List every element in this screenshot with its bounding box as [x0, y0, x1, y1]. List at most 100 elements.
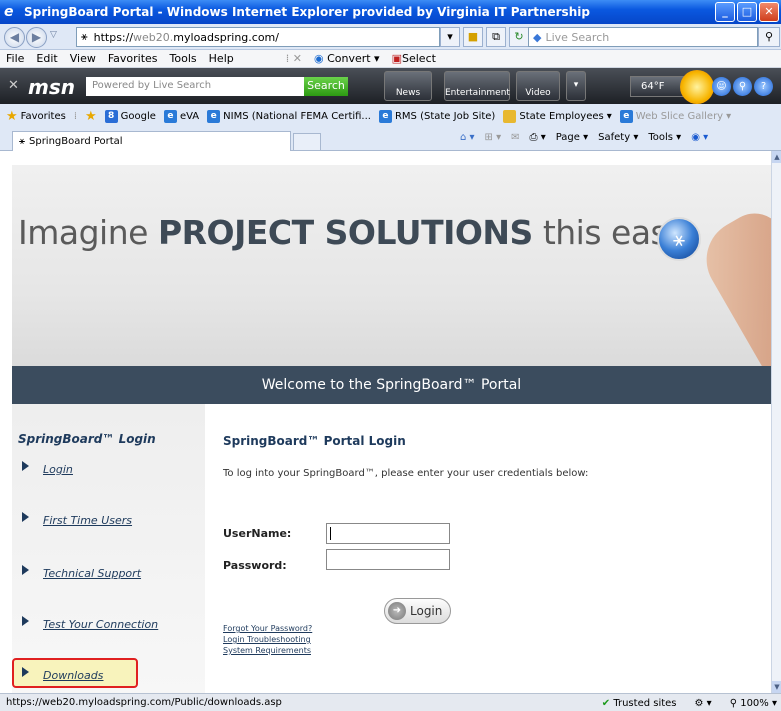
live-search-icon: ◆	[533, 30, 542, 44]
mail-icon[interactable]: ✉	[511, 132, 519, 143]
menu-view[interactable]: View	[70, 52, 96, 65]
nav-dropdown-icon[interactable]: ▽	[50, 30, 57, 40]
lock-icon[interactable]: ■	[463, 27, 483, 47]
msn-news-button[interactable]: News	[384, 71, 432, 101]
new-tab-button[interactable]	[293, 133, 321, 151]
left-nav: SpringBoard™ Login Login First Time User…	[12, 404, 205, 693]
menu-separator: ⁞ ✕	[285, 52, 302, 65]
forgot-password-link[interactable]: Forgot Your Password?	[223, 624, 312, 633]
add-favorites-icon[interactable]: ★	[85, 109, 97, 124]
protected-mode-icon[interactable]: ⚙ ▾	[695, 698, 712, 709]
ie-page-icon: e	[163, 110, 177, 123]
compat-view-icon[interactable]: ⧉	[486, 27, 506, 47]
msn-search-icon[interactable]: ⚲	[733, 77, 752, 96]
favorite-eva[interactable]: e eVA	[163, 110, 199, 123]
menu-edit[interactable]: Edit	[36, 52, 57, 65]
arrow-icon	[22, 461, 29, 471]
tab-springboard-portal[interactable]: ⚹ SpringBoard Portal	[12, 131, 291, 151]
login-troubleshooting-link[interactable]: Login Troubleshooting	[223, 635, 311, 644]
msn-help-icon[interactable]: ?	[754, 77, 773, 96]
tab-bar: ⚹ SpringBoard Portal ⌂ ▾ ⊞ ▾ ✉ ⎙ ▾ Page …	[0, 129, 781, 151]
msn-close-icon[interactable]: ✕	[8, 78, 19, 93]
page-menu[interactable]: Page ▾	[556, 132, 588, 143]
security-zone[interactable]: ✔ Trusted sites	[602, 698, 677, 709]
select-icon: ▣	[391, 52, 402, 65]
page-content: Imagine PROJECT SOLUTIONS this easy ⚹ We…	[0, 151, 771, 693]
sun-icon	[680, 70, 714, 104]
password-input[interactable]	[326, 549, 450, 570]
menu-help[interactable]: Help	[209, 52, 234, 65]
msn-search-input[interactable]: Powered by Live Search	[86, 77, 304, 96]
msn-entertainment-button[interactable]: Entertainment	[444, 71, 510, 101]
nav-login[interactable]: Login	[22, 461, 73, 476]
menu-file[interactable]: File	[6, 52, 24, 65]
username-label: UserName:	[223, 527, 292, 540]
favorite-state-employees[interactable]: State Employees ▾	[503, 110, 612, 123]
vertical-scrollbar[interactable]: ▲ ▼	[771, 151, 781, 693]
refresh-icon[interactable]: ↻	[509, 27, 529, 47]
google-icon: 8	[104, 110, 118, 123]
system-requirements-link[interactable]: System Requirements	[223, 646, 311, 655]
ie-logo-icon: e	[4, 4, 14, 20]
zoom-control[interactable]: ⚲ 100% ▾	[730, 698, 777, 709]
site-icon: ⚹	[19, 136, 25, 147]
search-icon[interactable]: ⚲	[758, 27, 780, 47]
favorites-star-icon: ★	[6, 109, 18, 124]
msn-logo: msn	[28, 75, 75, 99]
login-button[interactable]: ➜ Login	[384, 598, 451, 624]
favorite-nims[interactable]: e NIMS (National FEMA Certifi...	[207, 110, 371, 123]
favorites-button[interactable]: ★ Favorites	[6, 109, 66, 124]
forward-button[interactable]: ▶	[26, 27, 47, 48]
maximize-button[interactable]: □	[737, 2, 757, 22]
msn-video-button[interactable]: Video	[516, 71, 560, 101]
home-icon[interactable]: ⌂ ▾	[460, 132, 475, 143]
live-search-input[interactable]: ◆ Live Search	[528, 27, 758, 47]
window-controls: _ □ ✕	[715, 2, 779, 22]
username-input[interactable]	[326, 523, 450, 544]
nav-technical-support[interactable]: Technical Support	[22, 565, 141, 580]
address-bar[interactable]: ⚹ https://web20. myloadspring.com/	[76, 27, 440, 47]
left-nav-heading: SpringBoard™ Login	[18, 432, 156, 446]
scroll-down-icon[interactable]: ▼	[772, 681, 781, 693]
print-icon[interactable]: ⎙ ▾	[530, 132, 546, 143]
address-dropdown-icon[interactable]: ▾	[440, 27, 460, 47]
arrow-icon	[22, 512, 29, 522]
back-button[interactable]: ◀	[4, 27, 25, 48]
nav-first-time-users[interactable]: First Time Users	[22, 512, 132, 527]
login-intro: To log into your SpringBoard™, please en…	[223, 468, 589, 479]
favorite-rms[interactable]: e RMS (State Job Site)	[378, 110, 495, 123]
menu-bar: File Edit View Favorites Tools Help ⁞ ✕ …	[0, 50, 781, 68]
select-menu[interactable]: ▣Select	[392, 52, 436, 65]
nav-test-connection[interactable]: Test Your Connection	[22, 616, 158, 631]
command-bar: ⌂ ▾ ⊞ ▾ ✉ ⎙ ▾ Page ▾ Safety ▾ Tools ▾ ◉ …	[460, 132, 708, 143]
menu-tools[interactable]: Tools	[170, 52, 197, 65]
convert-icon: ◉	[313, 52, 324, 65]
arrow-icon	[22, 565, 29, 575]
menu-favorites[interactable]: Favorites	[108, 52, 158, 65]
status-right: ✔ Trusted sites ⚙ ▾ ⚲ 100% ▾	[602, 694, 777, 711]
tools-menu[interactable]: Tools ▾	[648, 132, 681, 143]
convert-menu[interactable]: ◉ Convert ▾	[314, 52, 380, 65]
minimize-button[interactable]: _	[715, 2, 735, 22]
msn-more-icon[interactable]: ▾	[566, 71, 586, 101]
msn-people-icon[interactable]: ☺	[712, 77, 731, 96]
hero-headline: Imagine PROJECT SOLUTIONS this easy	[18, 213, 687, 252]
nav-downloads[interactable]: Downloads	[22, 667, 103, 682]
ie-page-icon: e	[207, 110, 221, 123]
msn-toolbar: ✕ msn Powered by Live Search Search News…	[0, 68, 781, 104]
springboard-orb-icon: ⚹	[657, 217, 701, 261]
password-label: Password:	[223, 559, 287, 572]
ie-page-icon: e	[619, 110, 633, 123]
feeds-icon[interactable]: ⊞ ▾	[485, 132, 502, 143]
favorite-web-slice[interactable]: e Web Slice Gallery ▾	[619, 110, 731, 123]
safety-menu[interactable]: Safety ▾	[598, 132, 638, 143]
login-heading: SpringBoard™ Portal Login	[223, 434, 406, 448]
msn-search-button[interactable]: Search	[304, 77, 348, 96]
arrow-icon	[22, 667, 29, 677]
favorite-google[interactable]: 8 Google	[104, 110, 156, 123]
hero-banner: Imagine PROJECT SOLUTIONS this easy ⚹	[12, 165, 771, 378]
help-icon[interactable]: ◉ ▾	[691, 132, 708, 143]
scroll-up-icon[interactable]: ▲	[772, 151, 781, 163]
close-button[interactable]: ✕	[759, 2, 779, 22]
address-toolbar: ◀ ▶ ▽ ⚹ https://web20. myloadspring.com/ …	[0, 24, 781, 50]
